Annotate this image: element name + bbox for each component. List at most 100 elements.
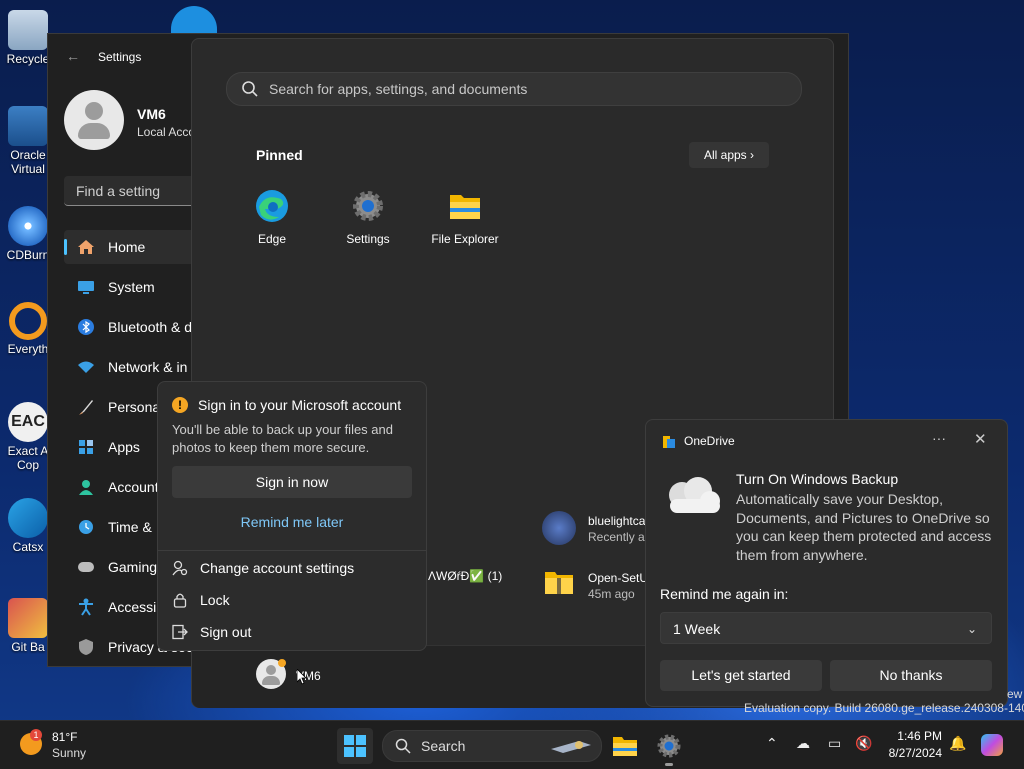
menu-item-label: Change account settings: [200, 560, 355, 576]
remind-later-link[interactable]: Remind me later: [172, 514, 412, 530]
more-options-icon[interactable]: ···: [932, 430, 946, 446]
clock-date[interactable]: 8/27/2024: [874, 746, 942, 760]
chevron-up-icon[interactable]: ⌃: [766, 735, 778, 752]
weather-condition[interactable]: Sunny: [52, 746, 86, 760]
change-account-settings-item[interactable]: Change account settings: [172, 560, 354, 576]
sidebar-item-label: Network & in: [108, 359, 188, 375]
pinned-heading: Pinned: [256, 147, 303, 163]
all-apps-button[interactable]: All apps ›: [689, 142, 769, 168]
weather-temperature[interactable]: 81°F: [52, 730, 77, 744]
taskbar-settings[interactable]: [652, 729, 686, 766]
active-indicator: [64, 239, 67, 255]
start-search-input[interactable]: Search for apps, settings, and documents: [226, 72, 802, 106]
everything-search-icon: [9, 302, 47, 340]
user-avatar-button[interactable]: [256, 659, 286, 689]
lock-item[interactable]: Lock: [172, 592, 230, 608]
mouse-cursor-icon: [297, 669, 307, 685]
pinned-app-file-explorer[interactable]: File Explorer: [420, 189, 510, 246]
monitor-icon: [76, 278, 96, 296]
shield-icon: [76, 638, 96, 656]
recommended-subtitle: 45m ago: [588, 587, 635, 601]
recommended-title: ΛWØŕÐ✅ (1): [428, 569, 503, 583]
clock-globe-icon: [76, 518, 96, 536]
weather-notification-badge: 1: [30, 729, 42, 741]
search-highlight-icon: [551, 741, 591, 753]
app-thumbnail-icon: [542, 511, 576, 545]
chevron-right-icon: ›: [750, 148, 755, 162]
lock-icon: [172, 592, 188, 608]
recommended-item[interactable]: ΛWØŕÐ✅ (1): [428, 569, 502, 583]
notification-bell-icon[interactable]: 🔔: [949, 735, 966, 752]
person-gear-icon: [172, 560, 188, 576]
catsxp-icon: [8, 498, 48, 538]
sidebar-item-label: Bluetooth & d: [108, 319, 193, 335]
avatar[interactable]: [64, 90, 124, 150]
pinned-app-edge[interactable]: Edge: [227, 189, 317, 246]
volume-icon[interactable]: 🔇: [855, 735, 872, 752]
onedrive-app-icon: [663, 436, 675, 448]
cdburner-icon: [8, 206, 48, 246]
docker-icon[interactable]: [171, 6, 217, 36]
remind-interval-select[interactable]: 1 Week ⌄: [660, 612, 992, 644]
clock-time[interactable]: 1:46 PM: [884, 729, 942, 743]
taskbar-search-box[interactable]: Search: [382, 730, 602, 762]
start-button[interactable]: [337, 728, 373, 764]
windows-logo-icon: [344, 735, 366, 757]
close-icon[interactable]: ✕: [974, 430, 987, 448]
sidebar-item-label: Time &: [108, 519, 152, 535]
sidebar-item-label: Accessib: [108, 599, 165, 615]
account-flyout: ! Sign in to your Microsoft account You'…: [157, 381, 427, 651]
sign-out-icon: [172, 624, 188, 640]
window-title: Settings: [98, 50, 142, 64]
flyout-description: You'll be able to back up your files and…: [172, 422, 393, 455]
sidebar-item-label: Home: [108, 239, 146, 255]
divider: [158, 550, 426, 551]
notification-body: Automatically save your Desktop, Documen…: [736, 491, 992, 563]
lets-get-started-button[interactable]: Let's get started: [660, 660, 822, 691]
flyout-title: Sign in to your Microsoft account: [198, 397, 402, 413]
onedrive-offline-icon[interactable]: ☁: [796, 735, 810, 752]
virtualbox-icon: [8, 106, 48, 146]
chevron-down-icon: ⌄: [966, 622, 977, 636]
warning-badge: [278, 659, 286, 667]
pinned-app-label: Settings: [346, 232, 390, 246]
account-type: Local Acco: [137, 125, 196, 139]
folder-icon: [613, 737, 637, 756]
apps-icon: [76, 438, 96, 456]
network-icon[interactable]: ▭: [828, 735, 841, 752]
sign-in-now-button[interactable]: Sign in now: [172, 466, 412, 498]
gamepad-icon: [76, 558, 96, 576]
search-placeholder: Search for apps, settings, and documents: [269, 81, 528, 97]
sidebar-item-label: System: [108, 279, 155, 295]
recommended-subtitle: Recently ad: [588, 530, 652, 544]
edge-icon: [256, 190, 288, 222]
gear-icon: [657, 734, 681, 758]
user-name: VM6: [137, 106, 166, 122]
recycle-bin-icon: [8, 10, 48, 50]
watermark-build: Evaluation copy. Build 26080.ge_release.…: [744, 701, 1024, 715]
folder-icon: [450, 195, 480, 219]
taskbar-file-explorer[interactable]: [608, 729, 642, 763]
accessibility-icon: [76, 598, 96, 616]
person-icon: [76, 478, 96, 496]
recommended-title: Open-SetU: [588, 571, 649, 585]
pinned-app-settings[interactable]: Settings: [323, 189, 413, 246]
no-thanks-button[interactable]: No thanks: [830, 660, 992, 691]
back-arrow-icon[interactable]: ←: [66, 48, 80, 64]
eac-icon: EAC: [8, 402, 48, 442]
all-apps-label: All apps: [703, 148, 747, 162]
menu-item-label: Lock: [200, 592, 230, 608]
notification-app-name: OneDrive: [684, 434, 735, 448]
search-icon: [242, 81, 258, 97]
home-icon: [76, 238, 96, 256]
cloud-icon: [669, 477, 720, 513]
taskbar: 1 81°F Sunny Search ⌃ ☁ ▭ 🔇 1:46 PM 8/27…: [0, 720, 1024, 769]
menu-item-label: Sign out: [200, 624, 252, 640]
gear-icon: [353, 191, 383, 221]
watermark-line: ew: [1007, 687, 1023, 701]
sidebar-item-label: Gaming: [108, 559, 158, 575]
sign-out-item[interactable]: Sign out: [172, 624, 251, 640]
bluetooth-icon: [76, 318, 96, 336]
wifi-icon: [76, 358, 96, 376]
copilot-icon[interactable]: [981, 734, 1003, 756]
